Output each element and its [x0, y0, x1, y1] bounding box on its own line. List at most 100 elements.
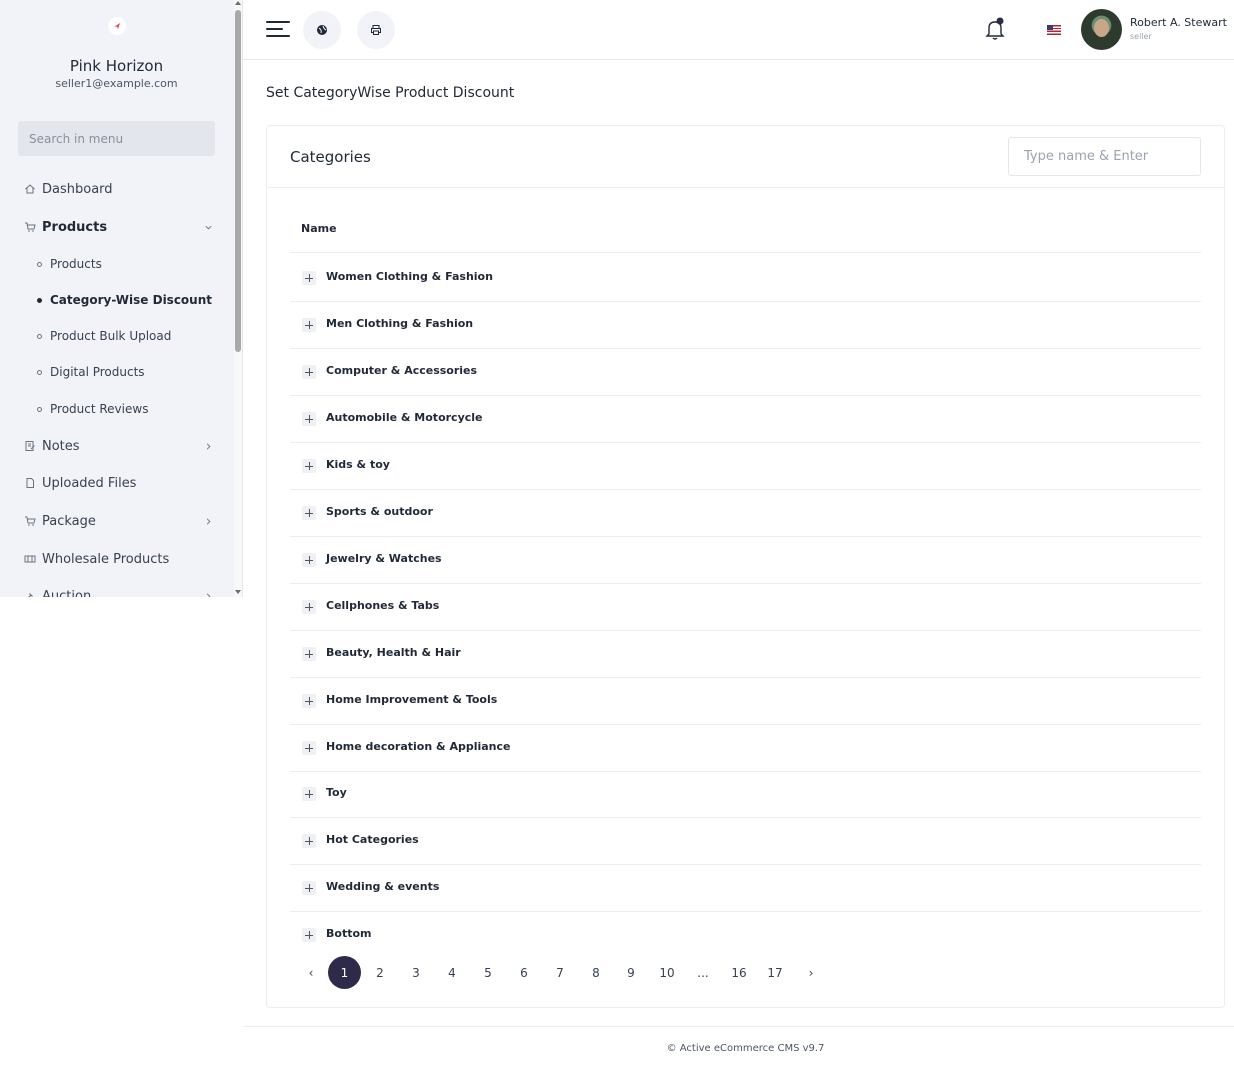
column-header-name[interactable]: Name — [301, 222, 337, 235]
sidebar-subitem-digital-products[interactable]: Digital Products — [37, 362, 145, 382]
pagination-page-5[interactable]: 5 — [478, 956, 498, 989]
sidebar-item-auction[interactable]: Auction — [23, 585, 213, 597]
shop-name: Pink Horizon — [69, 57, 164, 75]
sidebar-subitem-product-bulk-upload[interactable]: Product Bulk Upload — [37, 326, 171, 346]
pagination: ‹ 1 2 3 4 5 6 7 8 9 10 ... 16 17 › — [301, 956, 861, 990]
table-row: Home decoration & Appliance — [290, 724, 1201, 771]
scroll-down-icon[interactable] — [235, 590, 241, 594]
pagination-page-6[interactable]: 6 — [514, 956, 534, 989]
sidebar-item-wholesale-products[interactable]: Wholesale Products — [23, 548, 213, 570]
scrollbar-thumb[interactable] — [235, 10, 241, 352]
sidebar-subitem-label: Products — [50, 257, 102, 271]
expand-plus-icon[interactable] — [302, 928, 316, 942]
table-row: Bottom — [290, 911, 1201, 958]
sidebar-subitem-label: Digital Products — [50, 365, 145, 379]
bullet-icon — [37, 261, 42, 267]
table-row: Hot Categories — [290, 817, 1201, 864]
expand-plus-icon[interactable] — [302, 271, 316, 285]
sidebar-subitem-label: Product Bulk Upload — [50, 329, 172, 343]
table-row: Home Improvement & Tools — [290, 677, 1201, 724]
pagination-page-1[interactable]: 1 — [328, 956, 361, 989]
pos-print-button[interactable] — [357, 11, 395, 49]
bullet-icon — [37, 369, 42, 375]
table-row: Men Clothing & Fashion — [290, 301, 1201, 348]
sidebar-item-notes[interactable]: Notes — [23, 435, 213, 457]
chevron-right-icon — [203, 516, 213, 526]
file-icon — [23, 476, 37, 490]
footer-copyright: © Active eCommerce CMS v9.7 — [666, 1043, 825, 1054]
printer-icon — [371, 25, 381, 35]
gavel-icon — [23, 589, 37, 597]
pagination-ellipsis: ... — [697, 965, 709, 980]
pagination-page-4[interactable]: 4 — [442, 956, 462, 989]
chevron-right-icon — [203, 591, 213, 597]
sidebar-item-label: Uploaded Files — [42, 475, 137, 491]
sidebar-subitem-label: Category-Wise Discount — [50, 293, 212, 307]
category-name: Wedding & events — [326, 880, 440, 893]
category-name: Home decoration & Appliance — [326, 740, 511, 753]
table-row: Kids & toy — [290, 442, 1201, 489]
cart-icon — [23, 514, 37, 528]
category-name: Cellphones & Tabs — [326, 599, 440, 612]
expand-plus-icon[interactable] — [302, 881, 316, 895]
avatar[interactable] — [1081, 9, 1122, 50]
expand-plus-icon[interactable] — [302, 787, 316, 801]
category-name: Beauty, Health & Hair — [326, 646, 461, 659]
bullet-icon — [37, 333, 42, 339]
category-name: Automobile & Motorcycle — [326, 411, 483, 424]
category-name: Men Clothing & Fashion — [326, 317, 474, 330]
sidebar-item-label: Auction — [42, 588, 92, 598]
sidebar-item-label: Products — [42, 219, 108, 235]
table-divider — [290, 252, 1201, 253]
pagination-prev-button[interactable]: ‹ — [301, 956, 321, 989]
expand-plus-icon[interactable] — [302, 459, 316, 473]
sidebar-subitem-product-reviews[interactable]: Product Reviews — [37, 399, 148, 419]
category-name: Toy — [326, 786, 347, 799]
pagination-page-2[interactable]: 2 — [370, 956, 390, 989]
sidebar-item-label: Wholesale Products — [42, 551, 170, 567]
expand-plus-icon[interactable] — [302, 834, 316, 848]
pagination-page-3[interactable]: 3 — [406, 956, 426, 989]
us-flag-icon[interactable] — [1047, 25, 1061, 35]
expand-plus-icon[interactable] — [302, 694, 316, 708]
pagination-page-17[interactable]: 17 — [765, 956, 785, 989]
sidebar-subitem-category-wise-discount[interactable]: Category-Wise Discount — [37, 290, 212, 310]
categories-card: Categories Name Women Clothing & Fashion… — [266, 125, 1225, 1008]
shop-email: seller1@example.com — [55, 77, 178, 90]
expand-plus-icon[interactable] — [302, 600, 316, 614]
pagination-next-button[interactable]: › — [801, 956, 821, 989]
pagination-page-8[interactable]: 8 — [586, 956, 606, 989]
table-row: Women Clothing & Fashion — [290, 254, 1201, 301]
expand-plus-icon[interactable] — [302, 365, 316, 379]
sidebar-item-package[interactable]: Package — [23, 510, 213, 532]
sidebar-item-dashboard[interactable]: Dashboard — [23, 178, 213, 200]
table-row: Cellphones & Tabs — [290, 583, 1201, 630]
sidebar-item-uploaded-files[interactable]: Uploaded Files — [23, 472, 213, 494]
pagination-page-7[interactable]: 7 — [550, 956, 570, 989]
page-title: Set CategoryWise Product Discount — [266, 85, 515, 101]
sidebar-subitem-products[interactable]: Products — [37, 254, 102, 274]
expand-plus-icon[interactable] — [302, 741, 316, 755]
expand-plus-icon[interactable] — [302, 318, 316, 332]
expand-plus-icon[interactable] — [302, 647, 316, 661]
menu-search-input[interactable] — [18, 121, 215, 156]
user-name[interactable]: Robert A. Stewart — [1130, 16, 1227, 29]
expand-plus-icon[interactable] — [302, 506, 316, 520]
menu-toggle-icon[interactable] — [266, 19, 290, 39]
expand-plus-icon[interactable] — [302, 553, 316, 567]
sidebar-scrollbar[interactable] — [234, 0, 242, 597]
pagination-page-10[interactable]: 10 — [657, 956, 677, 989]
scroll-up-icon[interactable] — [235, 1, 241, 5]
notification-bell-icon[interactable] — [985, 17, 1005, 41]
table-row: Computer & Accessories — [290, 348, 1201, 395]
table-row: Jewelry & Watches — [290, 536, 1201, 583]
website-button[interactable] — [303, 11, 341, 49]
home-icon — [23, 182, 37, 196]
expand-plus-icon[interactable] — [302, 412, 316, 426]
logo-icon[interactable] — [108, 17, 126, 35]
sidebar-item-products[interactable]: Products — [23, 216, 213, 238]
pagination-page-9[interactable]: 9 — [621, 956, 641, 989]
category-search-input[interactable] — [1008, 137, 1201, 176]
pagination-page-16[interactable]: 16 — [729, 956, 749, 989]
category-name: Bottom — [326, 927, 372, 940]
